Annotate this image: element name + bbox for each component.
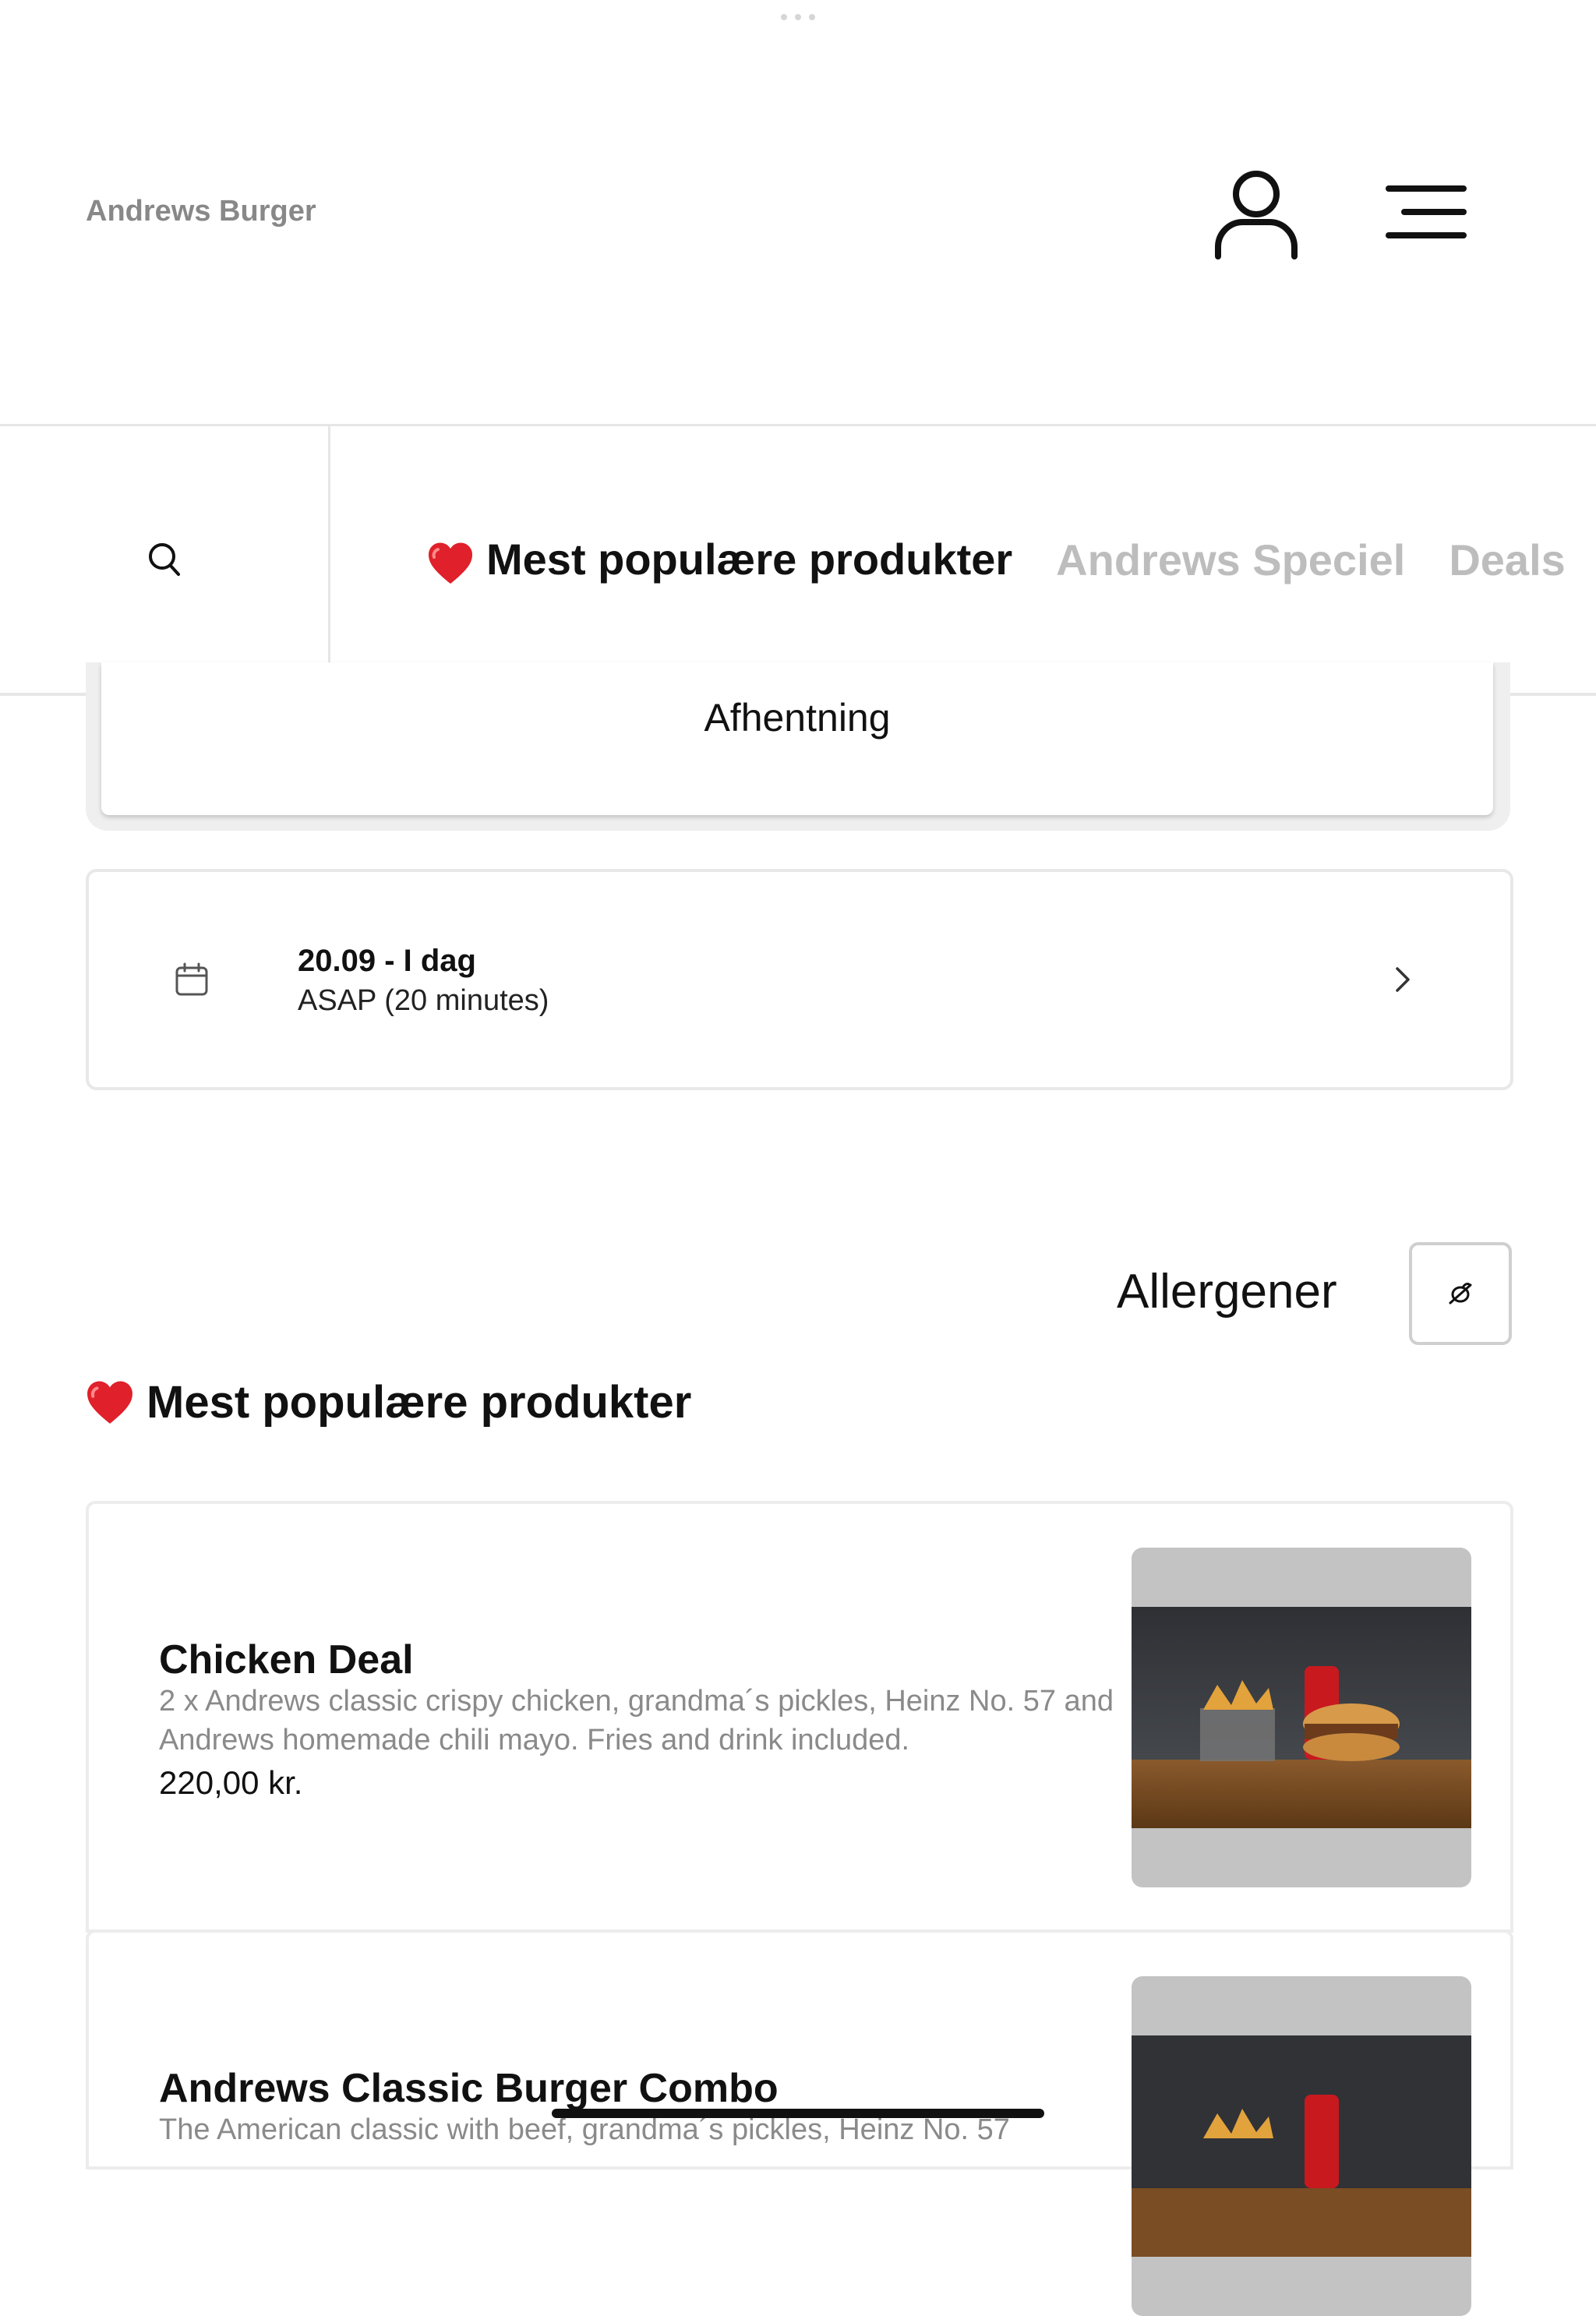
tab-label: Mest populære produkter — [486, 535, 1013, 584]
section-title-text: Mest populære produkter — [147, 1377, 692, 1428]
search-button[interactable] — [0, 426, 330, 693]
product-description: 2 x Andrews classic crispy chicken, gran… — [159, 1685, 1114, 1756]
category-tabs: Mest populære produkter Andrews Speciel … — [427, 426, 1596, 693]
product-image — [1132, 1548, 1471, 1887]
product-name: Andrews Classic Burger Combo — [159, 2066, 779, 2111]
hamburger-menu-icon — [1386, 185, 1467, 238]
menu-button[interactable] — [1379, 173, 1473, 251]
calendar-icon — [175, 962, 208, 996]
product-price: 220,00 kr. — [159, 1764, 303, 1801]
product-name: Chicken Deal — [159, 1637, 414, 1682]
allergen-label: Allergener — [1117, 1265, 1337, 1319]
pickup-time-selector[interactable]: 20.09 - I dag ASAP (20 minutes) — [86, 869, 1513, 1090]
order-type-pickup[interactable]: Afhentning — [101, 662, 1493, 815]
tab-andrews-speciel[interactable]: Andrews Speciel — [1056, 535, 1405, 585]
tab-mest-populaere[interactable]: Mest populære produkter — [427, 534, 1012, 584]
product-card-classic-burger-combo[interactable]: Andrews Classic Burger Combo The America… — [86, 1929, 1513, 2316]
order-type-label: Afhentning — [704, 696, 891, 740]
allergen-filter-icon — [1449, 1283, 1472, 1305]
heart-icon — [428, 542, 473, 584]
drag-handle[interactable] — [781, 14, 815, 20]
account-button[interactable] — [1206, 164, 1306, 265]
category-bar: Mest populære produkter Andrews Speciel … — [0, 424, 1596, 696]
allergen-filter-button[interactable] — [1409, 1242, 1512, 1345]
home-indicator[interactable] — [552, 2109, 1044, 2118]
restaurant-name: Andrews Burger — [86, 195, 316, 228]
chevron-right-icon — [1396, 967, 1410, 992]
pickup-date: 20.09 - I dag — [298, 944, 476, 978]
tab-deals[interactable]: Deals — [1449, 535, 1565, 585]
order-type-selector: Afhentning — [86, 662, 1510, 831]
heart-icon — [87, 1381, 132, 1424]
product-image — [1132, 1976, 1471, 2316]
pickup-time: ASAP (20 minutes) — [298, 984, 549, 1017]
product-card-chicken-deal[interactable]: Chicken Deal 2 x Andrews classic crispy … — [86, 1501, 1513, 1933]
section-title: Mest populære produkter — [86, 1376, 691, 1428]
user-icon — [1215, 171, 1298, 259]
search-icon — [148, 543, 180, 576]
